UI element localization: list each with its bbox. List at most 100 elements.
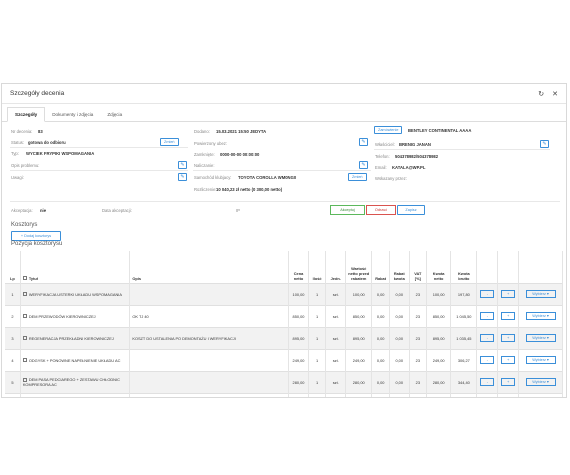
row-description [129,282,290,305]
problem-description-label: Opis problemu: [11,163,40,168]
close-icon[interactable]: ✕ [552,90,558,98]
edit-notes-icon[interactable]: ✎ [178,173,187,181]
acceptance-value: nie [40,208,47,213]
row-gross: 197,80 [450,282,478,305]
change-status-button[interactable]: Zmień [160,138,179,146]
referred-by-label: Wskazany przez: [375,176,407,181]
row-choose-dropdown[interactable]: Wybierz ▾ [525,290,556,298]
order-number-value: 83 [38,129,43,134]
row-action-cell: - [476,348,499,371]
page-backdrop [0,0,570,81]
row-gross: 1 045,50 [450,304,478,327]
modal-title: Szczegóły decenia [10,90,65,97]
owner-value: BRENIG JANAN [399,142,431,147]
edit-charging-icon[interactable]: ✎ [359,161,368,169]
row-choose-dropdown[interactable]: Wybierz ▾ [525,334,556,342]
row-action-cell: Wybierz ▾ [518,282,563,305]
table-row: 2 DEM PRZEWODÓW KIEROWNICZEJ OK TJ 40 850,0… [5,304,563,327]
edit-insurer-icon[interactable]: ✎ [359,138,368,146]
tab-documents[interactable]: Dokumenty i zdjęcia [45,108,100,121]
row-increase-button[interactable]: + [501,312,516,320]
row-qty: 1 [308,370,327,393]
settlement-label: Rozliczenie: [194,187,217,192]
change-vehicle-button[interactable]: Zmień [348,173,367,181]
row-price: 895,00 [288,326,309,349]
edit-description-icon[interactable]: ✎ [178,161,187,169]
row-vat: 23 [409,348,428,371]
row-lp: 3 [5,326,21,349]
client-badge[interactable]: Zamówienie [374,126,403,134]
divider [193,170,371,171]
row-decrease-button[interactable]: - [480,334,495,342]
row-choose-dropdown[interactable]: Wybierz ▾ [525,312,556,320]
added-value: 15.03.2021 15:50 JEDYTA [216,129,267,134]
row-vat: 23 [409,326,428,349]
row-choose-dropdown[interactable]: Wybierz ▾ [525,356,556,364]
row-description [129,370,290,393]
row-increase-button[interactable]: + [501,378,516,386]
row-decrease-button[interactable]: - [480,378,495,386]
insurer-label: Powierzony ubez: [194,141,228,146]
row-title: WERYFIKACJA USTERKI UKŁADU WSPOMAGANIA [20,282,131,305]
type-label: Typ: [11,151,19,156]
row-decrease-button[interactable]: - [480,312,495,320]
row-action-cell: Wybierz ▾ [518,304,563,327]
row-discount: 0,00 [371,348,390,371]
select-all-checkbox[interactable] [22,276,27,281]
row-discount-amount: 0,00 [389,326,410,349]
row-lp: 1 [5,282,21,305]
add-cost-button[interactable]: + Dodaj kosztorys [11,231,61,241]
row-title: REGENERACJA PRZEKŁADNI KIEROWNICZEJ [20,326,131,349]
row-choose-dropdown[interactable]: Wybierz ▾ [525,378,556,386]
edit-owner-icon[interactable]: ✎ [540,140,549,148]
col-price: Cena netto [288,251,309,283]
row-title: DEM PRZEWODÓW KIEROWNICZEJ [20,304,131,327]
row-before-discount: 100,00 [345,282,373,305]
col-action-3 [518,251,563,283]
reject-button[interactable]: Odrzuć [366,205,396,215]
divider [10,201,560,202]
col-discount-amount: Rabat kwota [389,251,410,283]
row-increase-button[interactable]: + [501,334,516,342]
closed-label: Zamknięte: [194,152,215,157]
status-value: gotowa do odbioru [28,140,66,145]
tab-photos[interactable]: Zdjęcia [100,108,129,121]
row-price: 280,00 [288,370,309,393]
accept-button[interactable]: Akceptuj [330,205,365,215]
refresh-icon[interactable]: ↻ [538,90,544,98]
row-checkbox[interactable] [22,358,27,363]
row-price: 249,00 [288,348,309,371]
row-checkbox[interactable] [22,336,27,341]
vehicle-value: TOYOTA COROLLA WM0NG0 [238,175,297,180]
col-lp: Lp [5,251,21,283]
row-before-discount: 249,00 [345,348,373,371]
row-action-cell: Wybierz ▾ [518,348,563,371]
row-gross: 1 035,45 [450,326,478,349]
client-name: BENTLEY CONTINENTAL AAAA [408,128,472,133]
row-checkbox[interactable] [22,292,27,297]
row-decrease-button[interactable]: - [480,356,495,364]
costs-title: Kosztorys [11,222,38,228]
row-decrease-button[interactable]: - [480,290,495,298]
row-increase-button[interactable]: + [501,356,516,364]
col-before-discount: Wartość netto przed rabatem [345,251,373,283]
order-number-label: Nr decenia: [11,129,33,134]
row-unit: szt. [325,282,347,305]
row-increase-button[interactable]: + [501,290,516,298]
modal-header: Szczegóły decenia ↻ ✕ [2,84,566,104]
phone-label: Telefon: [375,154,390,159]
tab-details[interactable]: Szczegóły [7,107,46,122]
page-backdrop [0,398,570,475]
row-checkbox[interactable] [22,314,27,319]
added-label: Dodano: [194,129,210,134]
settlement-value: 10 040,23 zł netto (0 300,00 netto) [216,187,283,192]
col-gross: Kwota brutto [450,251,478,283]
row-discount-amount: 0,00 [389,304,410,327]
save-button[interactable]: Zapisz [397,205,425,215]
acceptance-label: Akceptacja: [11,208,33,213]
row-action-cell: + [497,282,520,305]
col-qty: Ilość [308,251,327,283]
email-value: KATALA@WP.PL [392,165,426,170]
closed-value: 0000-00-00 00:00:00 [220,152,260,157]
divider [374,149,550,150]
